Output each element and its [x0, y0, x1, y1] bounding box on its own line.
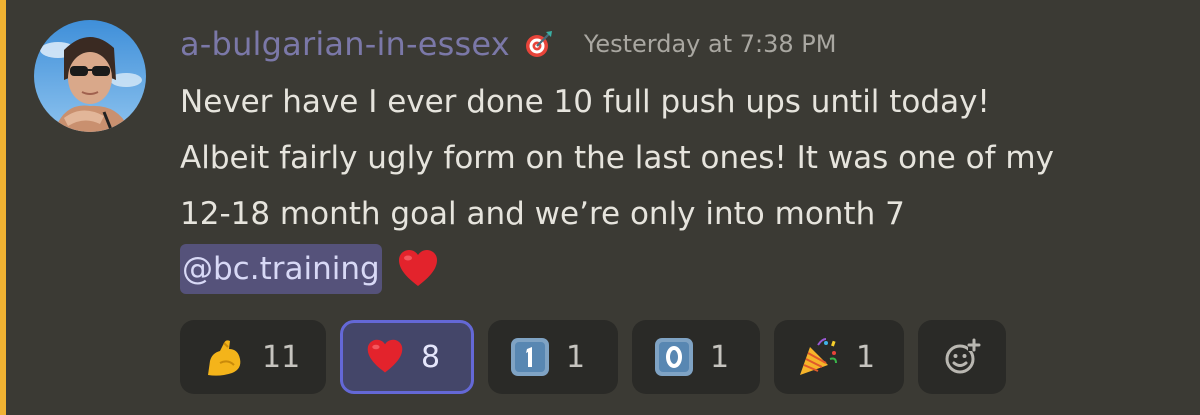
reaction-count: 1: [710, 339, 730, 375]
highlight-accent-bar: [0, 0, 6, 415]
message-line: 12-18 month goal and we’re only into mon…: [180, 196, 905, 232]
message-timestamp: Yesterday at 7:38 PM: [583, 30, 837, 58]
red-heart-emoji: [365, 337, 405, 377]
reaction-count: 8: [421, 339, 441, 375]
reaction-flexed-biceps[interactable]: 11: [180, 320, 326, 394]
avatar[interactable]: [34, 20, 146, 132]
reaction-red-heart[interactable]: 8: [340, 320, 474, 394]
dart-target-icon: [524, 29, 554, 59]
party-popper-emoji: [796, 335, 840, 379]
reactions-bar: 11 8 1 1 1: [180, 320, 1006, 394]
red-heart-emoji: [396, 247, 440, 291]
add-reaction-button[interactable]: [918, 320, 1006, 394]
reaction-count: 1: [566, 339, 586, 375]
reaction-party-popper[interactable]: 1: [774, 320, 904, 394]
username[interactable]: a-bulgarian-in-essex: [180, 25, 510, 63]
message-content: Never have I ever done 10 full push ups …: [180, 74, 1180, 242]
keycap-0-emoji: [654, 337, 694, 377]
reaction-keycap-1[interactable]: 1: [488, 320, 618, 394]
reaction-count: 1: [856, 339, 876, 375]
reaction-keycap-0[interactable]: 1: [632, 320, 760, 394]
keycap-1-emoji: [510, 337, 550, 377]
user-mention[interactable]: @bc.training: [180, 244, 382, 294]
add-reaction-icon: [942, 337, 982, 377]
reaction-count: 11: [262, 339, 301, 375]
message-line: Never have I ever done 10 full push ups …: [180, 84, 990, 120]
flexed-biceps-emoji: [202, 335, 246, 379]
message-line: Albeit fairly ugly form on the last ones…: [180, 140, 1054, 176]
